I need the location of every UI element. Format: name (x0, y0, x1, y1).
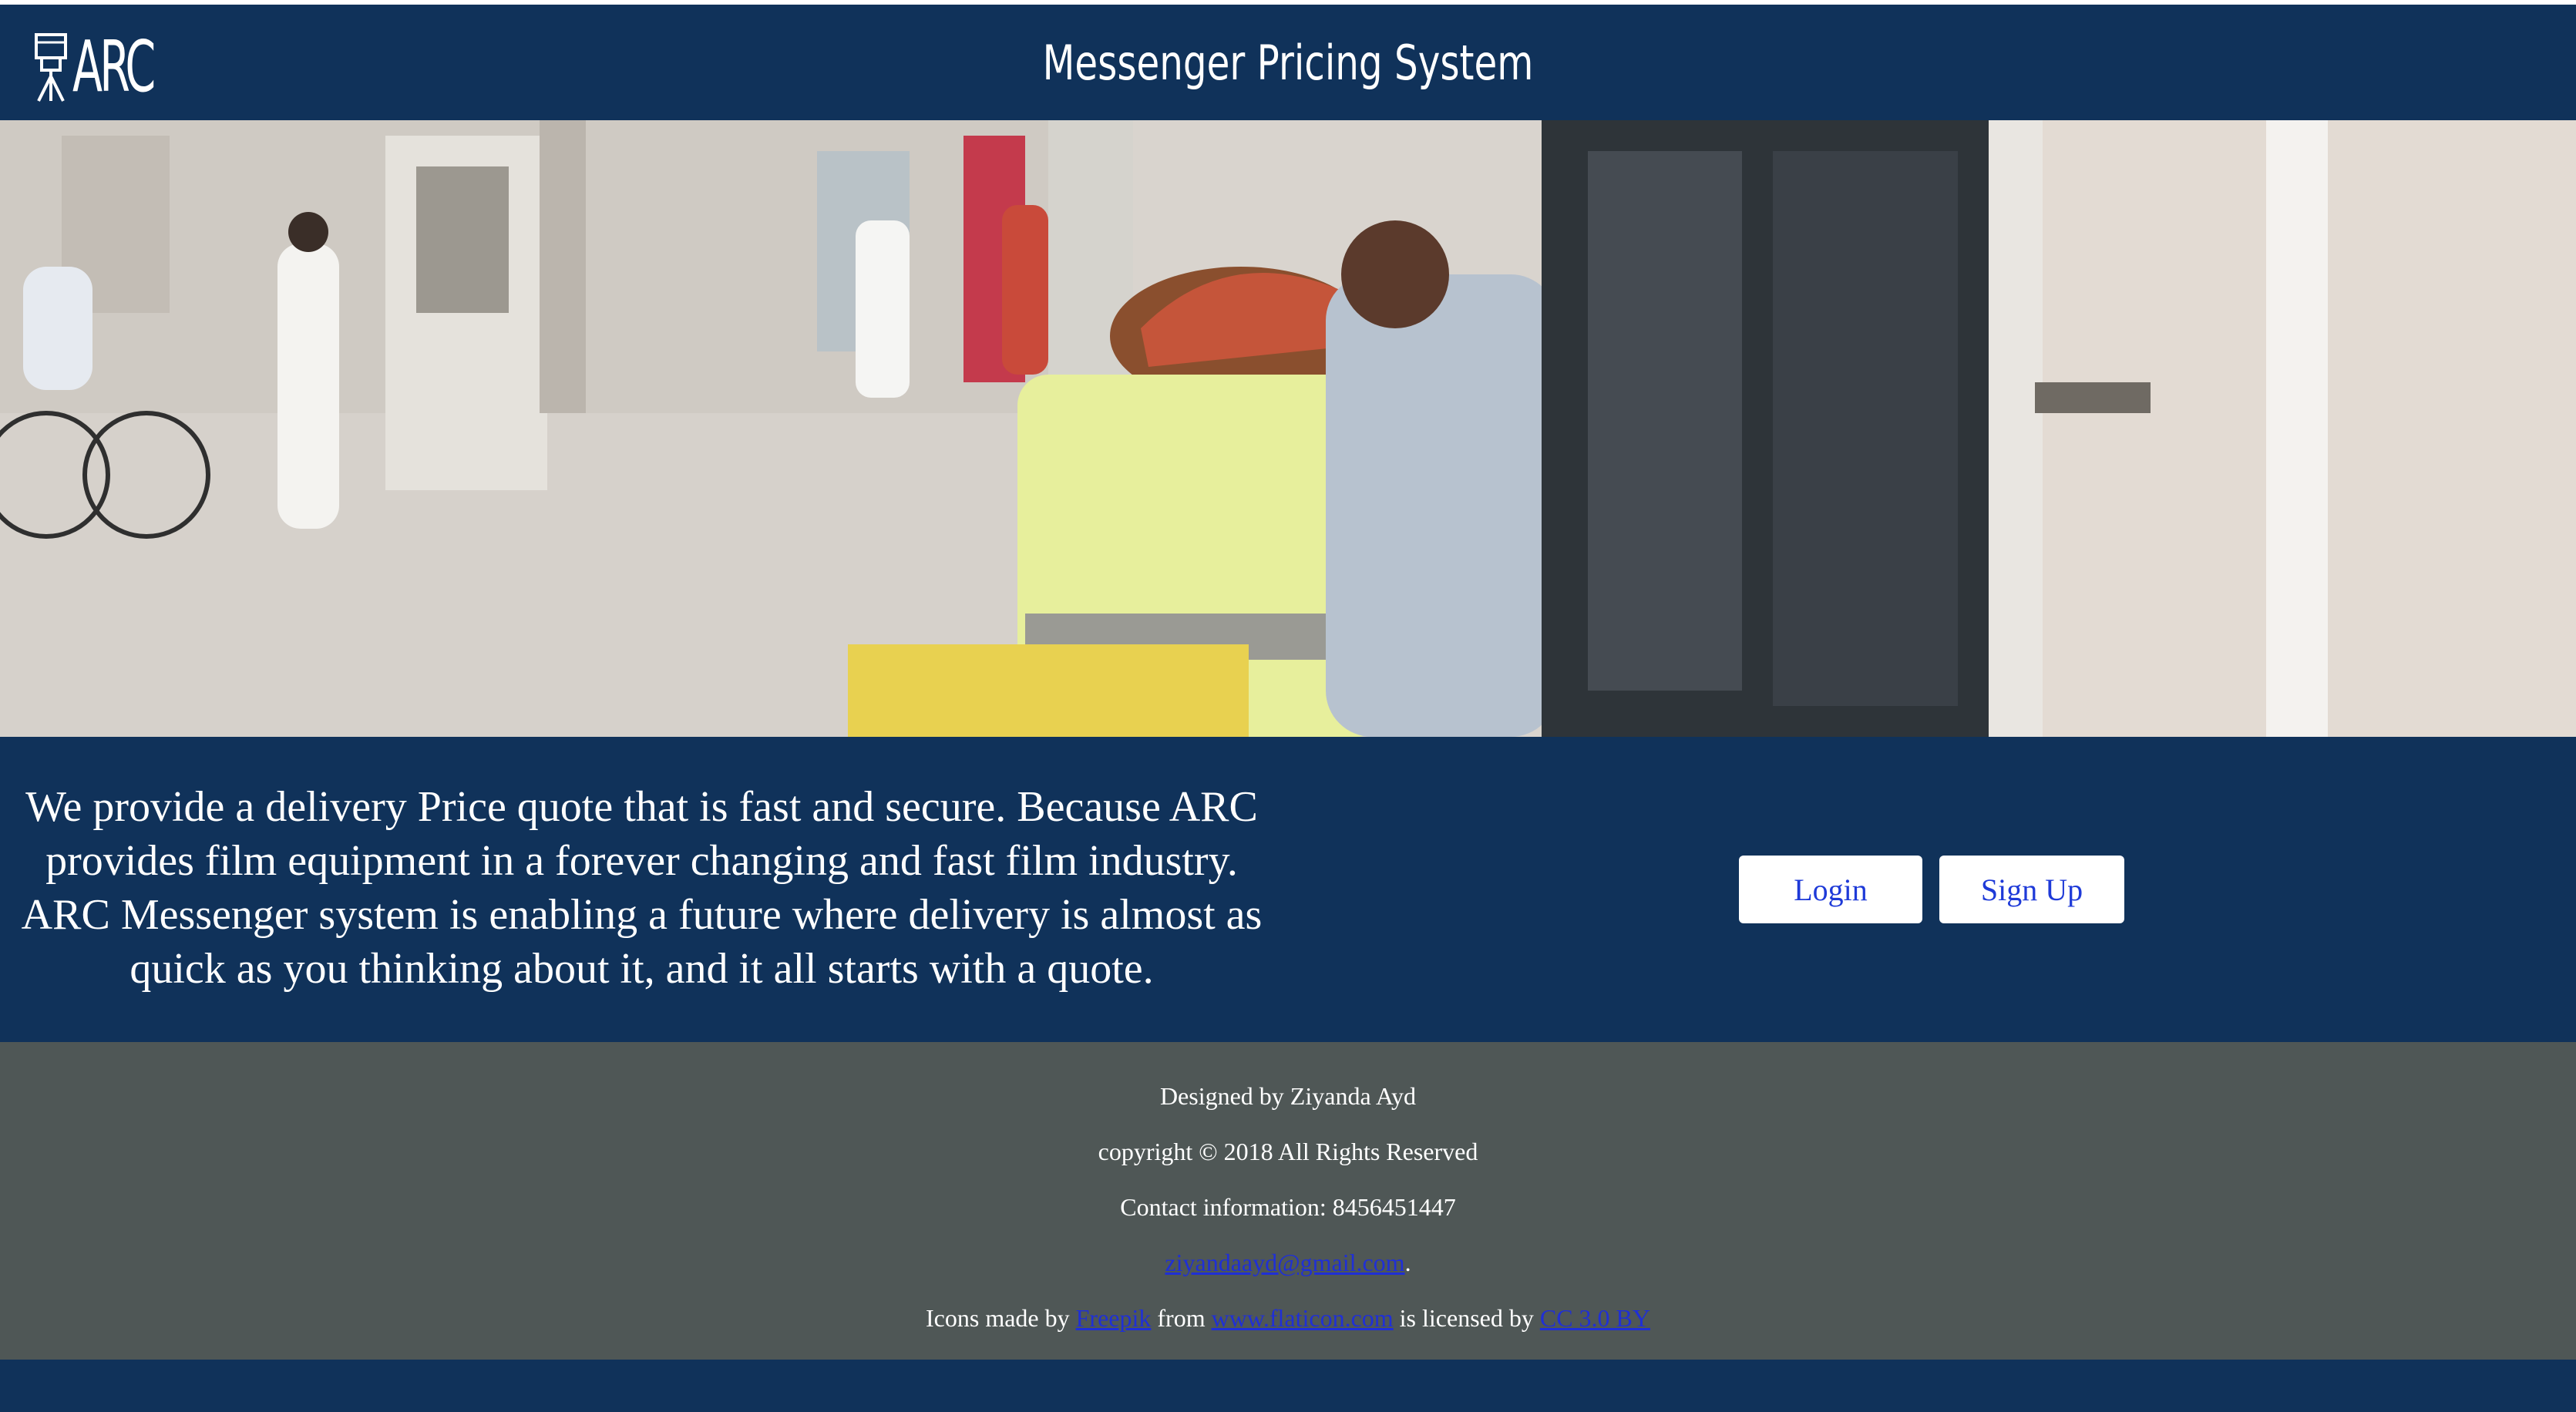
email-suffix: . (1404, 1249, 1411, 1276)
icons-credit-from: from (1157, 1304, 1206, 1332)
page-title: Messenger Pricing System (1042, 34, 1534, 91)
login-button[interactable]: Login (1739, 856, 1922, 923)
intro-section: We provide a delivery Price quote that i… (0, 737, 2576, 1042)
site-footer: Designed by Ziyanda Ayd copyright © 2018… (0, 1042, 2576, 1360)
bottom-band (0, 1360, 2576, 1412)
icons-credit-prefix: Icons made by (926, 1304, 1070, 1332)
contact-text: Contact information: 8456451447 (1120, 1193, 1456, 1221)
designed-by-text: Designed by Ziyanda Ayd (1159, 1082, 1417, 1110)
flaticon-link[interactable]: www.flaticon.com (1212, 1304, 1394, 1332)
tagline-text: We provide a delivery Price quote that i… (21, 783, 1263, 993)
film-camera-icon (34, 32, 69, 103)
icons-credit-licensed: is licensed by (1399, 1304, 1534, 1332)
email-link[interactable]: ziyandaayd@gmail.com (1165, 1249, 1404, 1276)
logo-text: ARC (72, 25, 156, 108)
email-line: ziyandaayd@gmail.com. (0, 1249, 2576, 1277)
icons-credit-line: Icons made by Freepik from www.flaticon.… (0, 1304, 2576, 1333)
signup-button[interactable]: Sign Up (1939, 856, 2124, 923)
hero-image (0, 120, 2576, 737)
site-header: ARC Messenger Pricing System (0, 5, 2576, 120)
logo[interactable]: ARC (34, 25, 203, 109)
copyright-text: copyright © 2018 All Rights Reserved (1098, 1138, 1478, 1165)
freepik-link[interactable]: Freepik (1076, 1304, 1152, 1332)
license-link[interactable]: CC 3.0 BY (1540, 1304, 1650, 1332)
